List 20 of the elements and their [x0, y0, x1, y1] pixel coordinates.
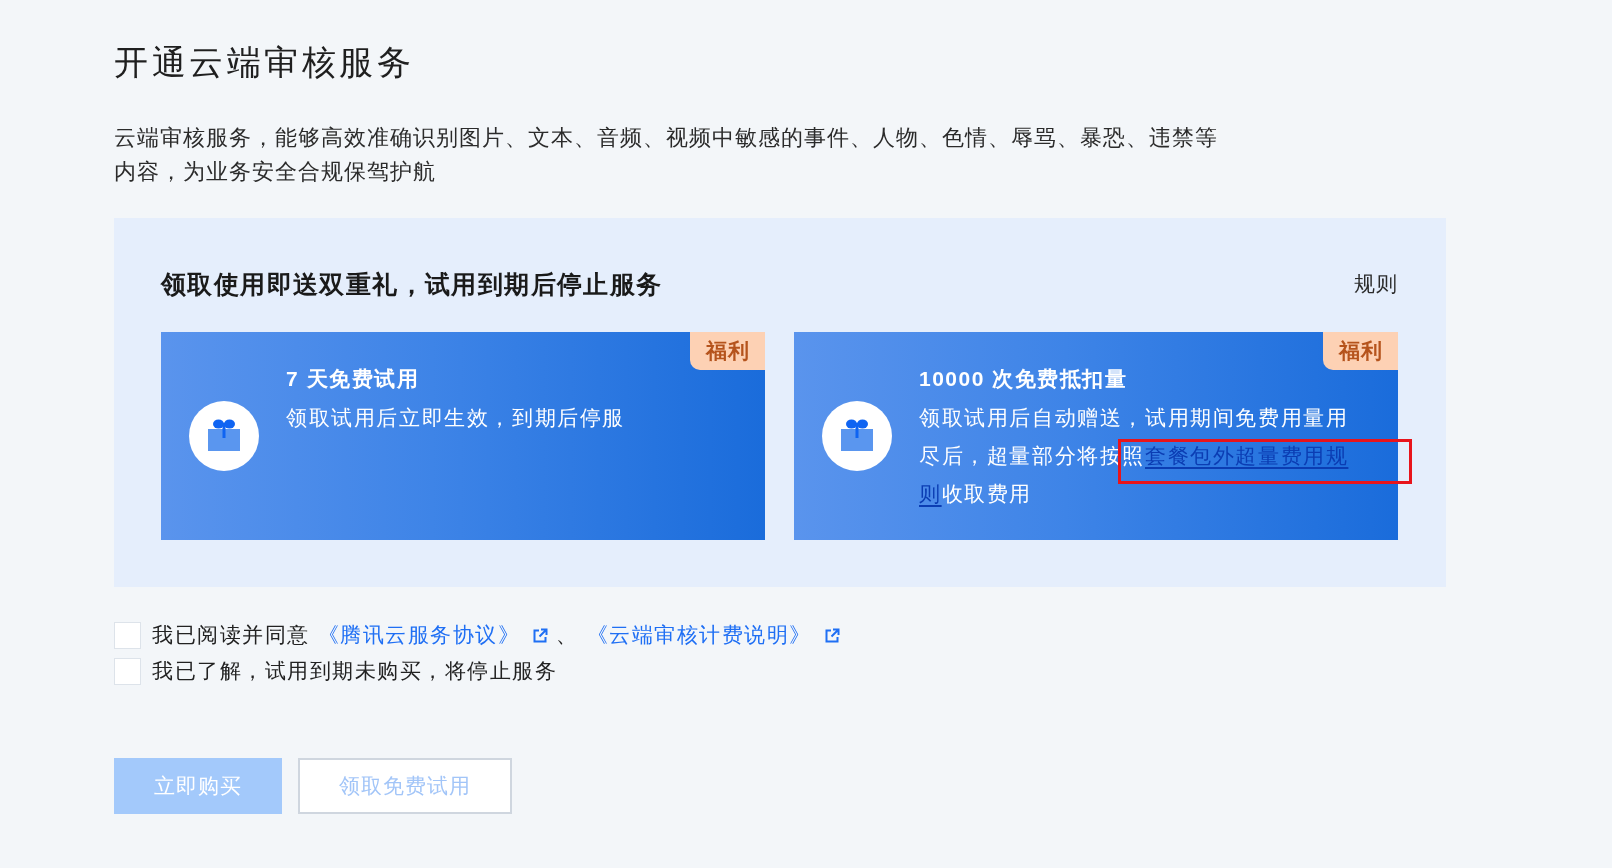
agreement-text: 我已阅读并同意 《腾讯云服务协议》 、 《云端审核计费说明》 — [152, 617, 848, 653]
external-link-icon[interactable] — [823, 628, 840, 644]
offer-description: 领取试用后立即生效，到期后停服 — [286, 405, 626, 431]
page-title: 开通云端审核服务 — [114, 42, 414, 83]
checkbox[interactable] — [114, 657, 141, 685]
fee-rules-link[interactable]: 则 — [919, 475, 942, 513]
agreement-link[interactable]: 《云端审核计费说明》 — [586, 623, 812, 646]
rules-link[interactable]: 规则 — [1354, 267, 1398, 301]
offer-title: 10000 次免费抵扣量 — [919, 366, 1128, 392]
gift-icon — [189, 401, 259, 471]
benefit-tag: 福利 — [690, 332, 765, 370]
agreement-link[interactable]: 《腾讯云服务协议》 — [317, 623, 520, 646]
agreement-text: 我已了解，试用到期未购买，将停止服务 — [152, 658, 557, 684]
page-description: 云端审核服务，能够高效准确识别图片、文本、音频、视频中敏感的事件、人物、色情、辱骂、暴恐、违禁等内容，为业务安全合规保驾护航 — [114, 124, 1219, 186]
offer-title: 7 天免费试用 — [286, 366, 419, 392]
promo-heading: 领取使用即送双重礼，试用到期后停止服务 — [161, 269, 663, 300]
external-link-icon[interactable] — [532, 628, 548, 644]
benefit-tag: 福利 — [1323, 332, 1398, 370]
gift-icon — [822, 401, 892, 471]
checkbox[interactable] — [114, 621, 141, 649]
